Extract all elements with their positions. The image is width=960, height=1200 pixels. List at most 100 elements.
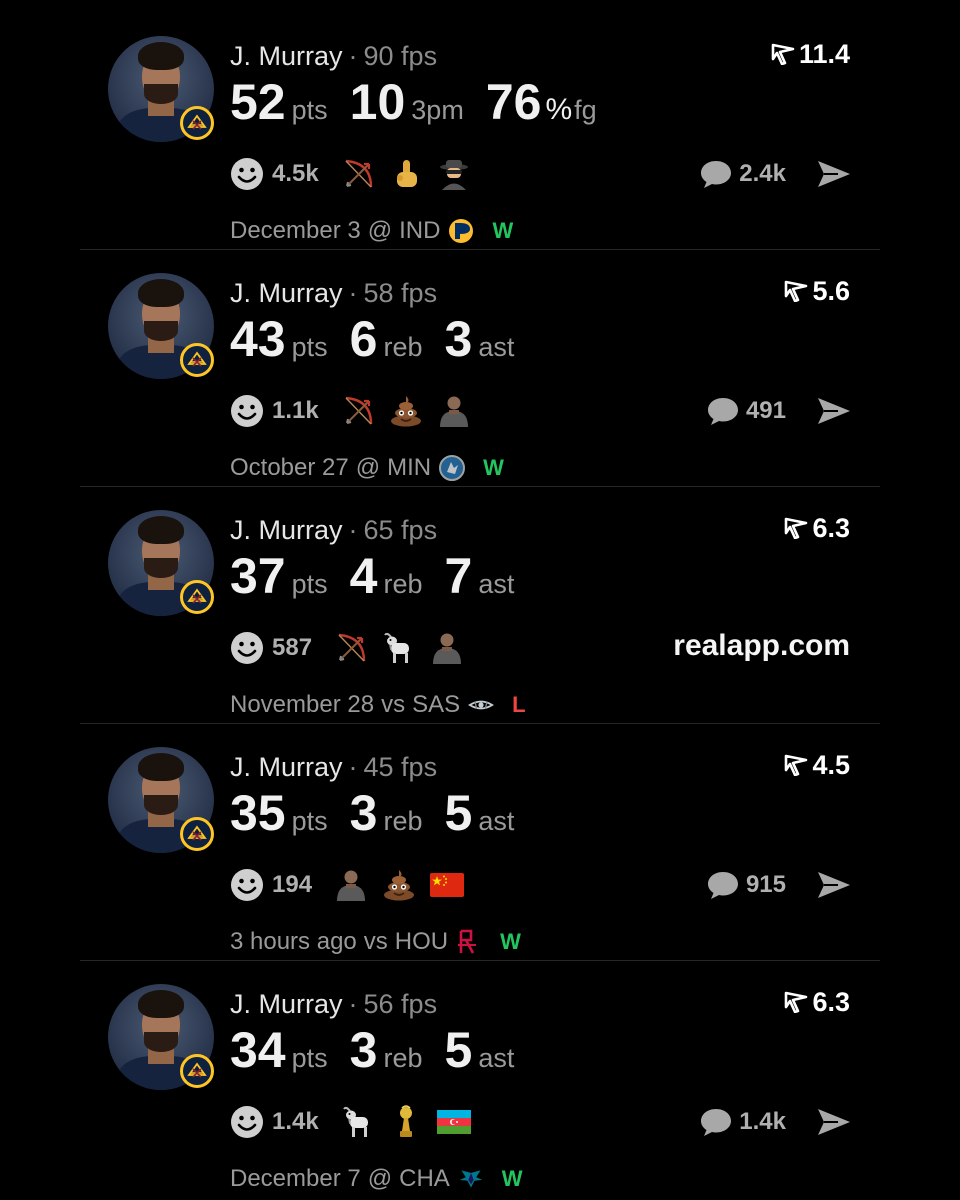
china-flag-icon[interactable] (430, 868, 465, 902)
smiley-icon[interactable] (230, 1105, 264, 1139)
stat-unit: fg (574, 95, 597, 125)
stat-suffix: % (545, 93, 573, 126)
poop-icon[interactable] (389, 394, 423, 428)
game-venue: vs (381, 691, 406, 718)
stat-unit: reb (383, 1043, 423, 1073)
player-name[interactable]: J. Murray (230, 752, 343, 782)
comment-count[interactable]: 1.4k (739, 1108, 786, 1136)
stat-item: 76% fg (486, 70, 597, 134)
stat-line: 52 pts 10 3pm 76% fg (230, 70, 619, 134)
post-card[interactable]: J. Murray · 58 fps 5.6 43 pts 6 reb 3 ast 1.1k 491 O… (80, 273, 880, 509)
timberwolves-logo-icon (439, 455, 466, 481)
player-sticker-icon[interactable] (437, 394, 471, 428)
stat-unit: reb (383, 332, 423, 362)
separator-dot: · (348, 41, 358, 71)
rating-arrow-icon (784, 517, 808, 539)
stat-line: 43 pts 6 reb 3 ast (230, 307, 536, 371)
fps-score: 56 fps (363, 989, 438, 1019)
stat-value: 7 (444, 548, 473, 604)
game-info[interactable]: October 27 @ MIN W (230, 453, 504, 483)
bow-and-arrow-icon[interactable] (341, 157, 375, 191)
smiley-icon[interactable] (230, 394, 264, 428)
stat-value: 76 (485, 74, 542, 130)
post-divider (80, 723, 880, 724)
site-watermark: realapp.com (673, 629, 850, 662)
game-info[interactable]: December 3 @ IND W (230, 216, 513, 246)
game-info[interactable]: December 7 @ CHA W (230, 1164, 523, 1194)
comment-icon[interactable] (706, 395, 740, 427)
stat-item: 3 reb (350, 781, 423, 845)
comment-icon[interactable] (699, 1106, 733, 1138)
game-result-badge: W (483, 455, 504, 480)
reactions-row: 1.4k (230, 1104, 485, 1140)
rating-value: 4.5 (812, 750, 850, 780)
azerbaijan-flag-icon[interactable] (436, 1105, 471, 1139)
stat-item: 52 pts (230, 70, 328, 134)
post-card[interactable]: J. Murray · 65 fps 6.3 37 pts 4 reb 7 ast 587 reala… (80, 510, 880, 746)
game-info[interactable]: November 28 vs SAS L (230, 690, 526, 720)
stat-value: 4 (349, 548, 378, 604)
rating: 6.3 (784, 986, 850, 1018)
reaction-count: 1.1k (272, 397, 319, 424)
stat-unit: ast (478, 806, 515, 836)
stat-unit: ast (478, 569, 515, 599)
nuggets-badge-icon (180, 1054, 214, 1088)
stat-value: 3 (349, 1022, 378, 1078)
stat-item: 7 ast (445, 544, 515, 608)
stat-item: 43 pts (230, 307, 328, 371)
share-icon[interactable] (816, 1107, 852, 1137)
post-card[interactable]: J. Murray · 90 fps 11.4 52 pts 10 3pm 76% fg 4.5k 2… (80, 36, 880, 272)
comment-count[interactable]: 915 (746, 871, 786, 899)
share-icon[interactable] (816, 870, 852, 900)
rating-arrow-icon (771, 43, 795, 65)
spy-icon[interactable] (437, 157, 471, 191)
bow-and-arrow-icon[interactable] (334, 631, 368, 665)
goat-icon[interactable] (341, 1105, 375, 1139)
post-header: J. Murray · 90 fps (230, 40, 437, 72)
nuggets-badge-icon (180, 817, 214, 851)
game-info[interactable]: 3 hours ago vs HOU W (230, 927, 521, 957)
game-result-badge: L (512, 692, 526, 717)
rockets-logo-icon (456, 929, 482, 955)
poop-icon[interactable] (382, 868, 416, 902)
comment-count[interactable]: 491 (746, 397, 786, 425)
comment-count[interactable]: 2.4k (739, 160, 786, 188)
rating: 6.3 (784, 512, 850, 544)
game-date: October 27 (230, 454, 349, 481)
player-sticker-icon[interactable] (334, 868, 368, 902)
bow-and-arrow-icon[interactable] (341, 394, 375, 428)
stat-unit: reb (383, 806, 423, 836)
share-icon[interactable] (816, 159, 852, 189)
stat-unit: pts (291, 1043, 328, 1073)
goat-icon[interactable] (382, 631, 416, 665)
comment-icon[interactable] (699, 158, 733, 190)
stat-item: 34 pts (230, 1018, 328, 1082)
feed: J. Murray · 90 fps 11.4 52 pts 10 3pm 76% fg 4.5k 2… (0, 0, 960, 1200)
stat-value: 52 (230, 74, 286, 130)
spurs-logo-icon (468, 692, 495, 718)
smiley-icon[interactable] (230, 631, 264, 665)
player-name[interactable]: J. Murray (230, 278, 343, 308)
smiley-icon[interactable] (230, 157, 264, 191)
player-sticker-icon[interactable] (430, 631, 464, 665)
post-card[interactable]: J. Murray · 56 fps 6.3 34 pts 3 reb 5 ast 1.4k 1.4k… (80, 984, 880, 1200)
stat-value: 37 (230, 548, 286, 604)
game-result-badge: W (500, 929, 521, 954)
reaction-count: 4.5k (272, 160, 319, 187)
smiley-icon[interactable] (230, 868, 264, 902)
stat-line: 37 pts 4 reb 7 ast (230, 544, 536, 608)
player-name[interactable]: J. Murray (230, 989, 343, 1019)
middle-finger-icon[interactable] (389, 157, 423, 191)
post-divider (80, 486, 880, 487)
player-name[interactable]: J. Murray (230, 41, 343, 71)
post-card[interactable]: J. Murray · 45 fps 4.5 35 pts 3 reb 5 ast 194 915 3 … (80, 747, 880, 983)
share-icon[interactable] (816, 396, 852, 426)
comment-icon[interactable] (706, 869, 740, 901)
stat-value: 34 (230, 1022, 286, 1078)
player-name[interactable]: J. Murray (230, 515, 343, 545)
stat-item: 6 reb (350, 307, 423, 371)
rating-arrow-icon (784, 280, 808, 302)
reaction-count: 194 (272, 871, 313, 898)
trophy-icon[interactable] (389, 1105, 423, 1139)
game-date: November 28 (230, 691, 375, 718)
